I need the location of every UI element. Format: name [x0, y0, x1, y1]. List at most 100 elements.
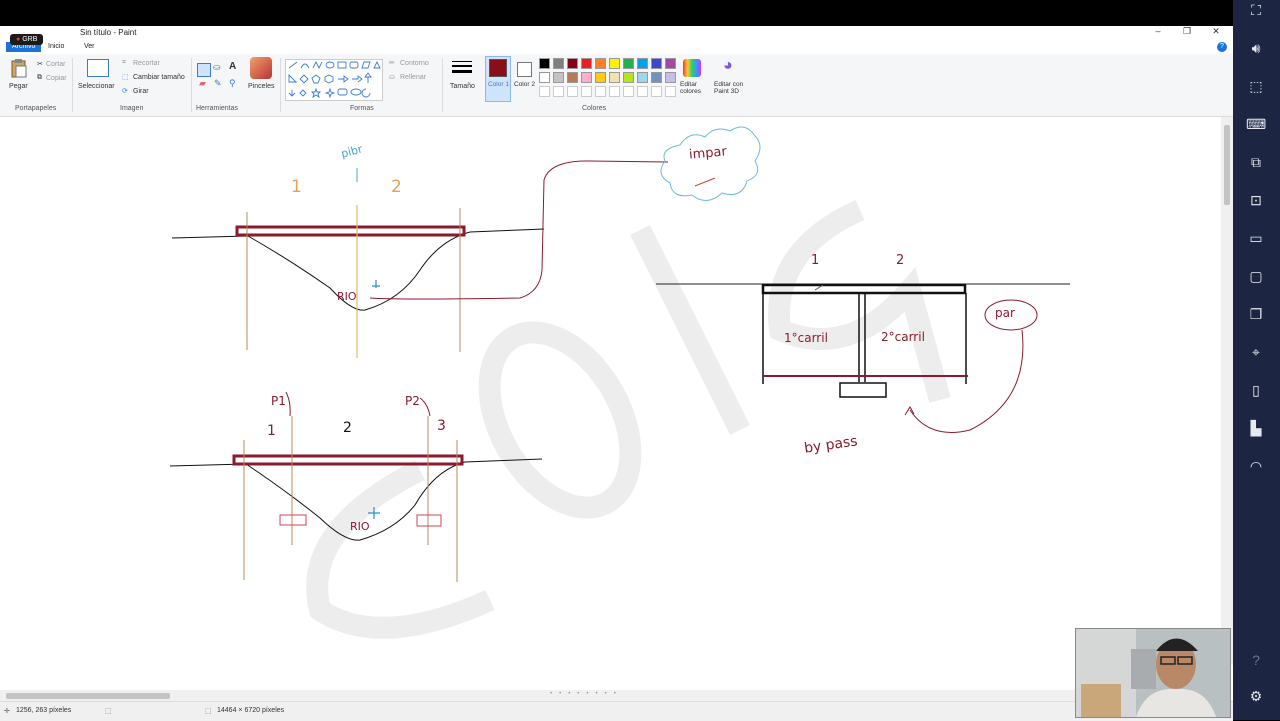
brushes-icon[interactable] [250, 57, 272, 79]
paste-button[interactable]: Pegar [9, 83, 28, 90]
palette-swatch[interactable] [651, 72, 662, 83]
pencil-icon[interactable] [197, 63, 211, 77]
palette-swatch-empty[interactable] [637, 86, 648, 97]
copy-button[interactable]: Copiar [46, 75, 67, 82]
select-icon[interactable] [87, 59, 109, 77]
text-tool-icon[interactable]: A [229, 61, 236, 72]
color2-label[interactable]: Color 2 [514, 81, 535, 88]
maximize-button[interactable]: ❐ [1173, 26, 1201, 40]
palette-swatch-empty[interactable] [539, 86, 550, 97]
paste-icon[interactable] [10, 58, 28, 78]
recorder-sidebar: ⛶ 🔊︎ ⬚ ⌨ ⧉ ⊡ ▭ ▢ ❐ ⌖ ▯ ▙ ◠ ? ⚙ [1233, 0, 1280, 720]
edit-colors-icon[interactable] [683, 59, 701, 77]
vertical-scroll-thumb[interactable] [1224, 125, 1230, 205]
palette-swatch-empty[interactable] [665, 86, 676, 97]
label-p1: P1 [271, 394, 286, 408]
ribbon-divider [72, 58, 73, 112]
palette-swatch[interactable] [623, 72, 634, 83]
eraser-icon[interactable]: ▰ [199, 78, 206, 89]
camera-icon[interactable]: ▭ [1246, 228, 1266, 248]
fill-button[interactable]: Rellenar [400, 74, 426, 81]
crop-button[interactable]: Recortar [133, 60, 160, 67]
folder-icon[interactable]: ▢ [1246, 266, 1266, 286]
palette-swatch-empty[interactable] [581, 86, 592, 97]
palette-swatch[interactable] [665, 58, 676, 69]
volume-icon[interactable]: 🔊︎ [1246, 38, 1266, 58]
close-button[interactable]: ✕ [1202, 26, 1230, 40]
palette-swatch[interactable] [581, 58, 592, 69]
phone-icon[interactable]: ▯ [1246, 380, 1266, 400]
copy-icon: ⧉ [37, 74, 42, 81]
palette-swatch-empty[interactable] [623, 86, 634, 97]
palette-swatch[interactable] [567, 72, 578, 83]
help-icon[interactable]: ? [1217, 42, 1227, 52]
gauge-icon[interactable]: ◠ [1246, 456, 1266, 476]
layers-icon[interactable]: ❐ [1246, 304, 1266, 324]
recording-badge[interactable]: ● GRB [10, 34, 44, 45]
paint3d-icon[interactable]: ◕ [723, 57, 733, 75]
palette-swatch[interactable] [651, 58, 662, 69]
location-pin-icon[interactable]: ⌖ [1246, 342, 1266, 362]
ribbon: Pegar ✂ Cortar ⧉ Copiar Portapapeles Sel… [0, 54, 1233, 117]
magnifier-icon[interactable]: ⚲ [229, 78, 236, 89]
palette-swatch[interactable] [595, 58, 606, 69]
drawing-canvas[interactable]: pibr 1 2 RIO P1 P2 1 2 3 RIO impar 1 2 1… [0, 117, 1221, 691]
palette-swatch[interactable] [623, 58, 634, 69]
label-span-2: 2 [391, 177, 402, 197]
minimize-button[interactable]: – [1144, 26, 1172, 40]
palette-swatch[interactable] [553, 58, 564, 69]
tab-view[interactable]: Ver [78, 42, 101, 52]
color-picker-icon[interactable]: ✎ [214, 78, 222, 89]
palette-swatch-empty[interactable] [651, 86, 662, 97]
fill-icon[interactable]: ⛀ [213, 62, 221, 73]
canvas-size: 14464 × 6720 píxeles [217, 707, 285, 714]
size-icon[interactable] [452, 60, 472, 76]
rotate-icon: ⟳ [122, 88, 128, 95]
resize-button[interactable]: Cambiar tamaño [133, 74, 185, 81]
layout-icon[interactable]: ▙ [1246, 418, 1266, 438]
palette-swatch[interactable] [581, 72, 592, 83]
palette-swatch[interactable] [637, 72, 648, 83]
size-button[interactable]: Tamaño [450, 83, 475, 90]
settings-gear-icon[interactable]: ⚙ [1246, 686, 1266, 706]
rotate-button[interactable]: Girar [133, 88, 149, 95]
edit-colors-button[interactable]: Editar colores [680, 81, 708, 95]
palette-swatch[interactable] [539, 72, 550, 83]
tab-home[interactable]: Inicio [42, 42, 70, 52]
palette-swatch[interactable] [553, 72, 564, 83]
share-screen-icon[interactable]: ⧉ [1246, 152, 1266, 172]
palette-swatch-empty[interactable] [609, 86, 620, 97]
fullscreen-icon[interactable]: ⛶ [1246, 0, 1266, 20]
cut-button[interactable]: Cortar [46, 61, 65, 68]
horizontal-scrollbar[interactable]: •••••••• [0, 690, 1221, 701]
palette-swatch[interactable] [609, 72, 620, 83]
color1-swatch [489, 59, 507, 77]
palette-swatch[interactable] [609, 58, 620, 69]
help-icon-sidebar[interactable]: ? [1246, 650, 1266, 670]
cursor-position-icon: ✛ [4, 708, 10, 715]
shapes-gallery[interactable] [285, 59, 383, 101]
vertical-scrollbar[interactable] [1221, 117, 1233, 665]
palette-swatch[interactable] [595, 72, 606, 83]
horizontal-scroll-thumb[interactable] [6, 693, 170, 699]
palette-swatch[interactable] [567, 58, 578, 69]
webcam-person-image [1076, 629, 1230, 717]
select-button[interactable]: Seleccionar [78, 83, 115, 90]
palette-swatch-empty[interactable] [595, 86, 606, 97]
cursor-select-icon[interactable]: ⬚ [1246, 76, 1266, 96]
cut-icon: ✂ [37, 61, 43, 68]
keyboard-icon[interactable]: ⌨ [1246, 114, 1266, 134]
brushes-button[interactable]: Pinceles [248, 83, 274, 90]
palette-swatch[interactable] [637, 58, 648, 69]
palette-swatch-empty[interactable] [553, 86, 564, 97]
color2-swatch[interactable] [517, 62, 532, 77]
fill-bucket-icon: ⛀ [389, 74, 395, 81]
screenshot-icon[interactable]: ⊡ [1246, 190, 1266, 210]
resize-icon: ⬚ [122, 74, 129, 81]
paint3d-button[interactable]: Editar con Paint 3D [714, 81, 750, 95]
palette-swatch-empty[interactable] [567, 86, 578, 97]
outline-button[interactable]: Contorno [400, 60, 429, 67]
palette-swatch[interactable] [539, 58, 550, 69]
label-right-2: 2 [896, 253, 905, 268]
palette-swatch[interactable] [665, 72, 676, 83]
